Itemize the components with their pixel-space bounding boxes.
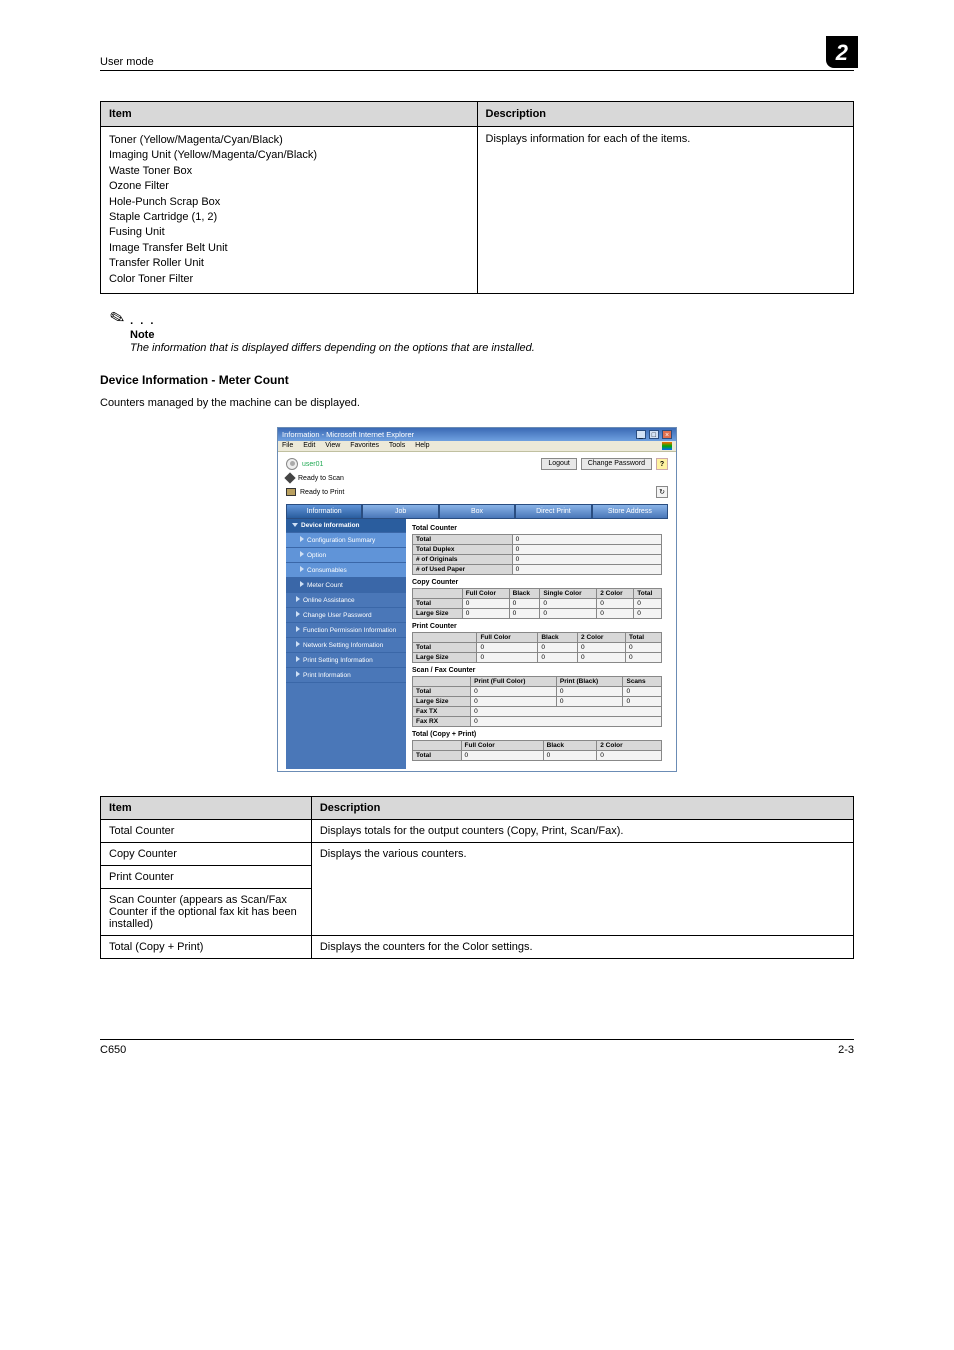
sidebar-head-device-info[interactable]: Device Information <box>286 519 406 533</box>
page-footer: C650 2-3 <box>100 1039 854 1056</box>
scanner-status: Ready to Scan <box>298 475 344 482</box>
total-cp-table: Full Color Black 2 Color Total000 <box>412 740 662 761</box>
consumables-table: Item Description Toner (Yellow/Magenta/C… <box>100 101 854 294</box>
row-scan-counter: Scan Counter (appears as Scan/Fax Counte… <box>101 889 312 936</box>
chevron-right-icon <box>300 566 304 572</box>
chapter-number-badge: 2 <box>826 36 858 68</box>
sidebar-item-function-permission[interactable]: Function Permission Information <box>286 623 406 638</box>
logout-button[interactable]: Logout <box>541 458 576 470</box>
user-icon <box>286 458 298 470</box>
username: user01 <box>302 461 323 468</box>
note-title: Note <box>130 329 854 341</box>
section-body: Counters managed by the machine can be d… <box>100 397 854 409</box>
window-controls: _ □ × <box>635 430 672 439</box>
tab-box[interactable]: Box <box>439 504 515 519</box>
sidebar-item-change-user-password[interactable]: Change User Password <box>286 608 406 623</box>
note-block: ✎ . . . Note The information that is dis… <box>110 308 854 355</box>
maximize-icon[interactable]: □ <box>649 430 659 439</box>
pen-icon: ✎ <box>108 306 128 330</box>
scanfax-counter-title: Scan / Fax Counter <box>412 667 662 674</box>
footer-model: C650 <box>100 1044 126 1056</box>
copy-counter-table: Full Color Black Single Color 2 Color To… <box>412 588 662 619</box>
chevron-right-icon <box>296 656 300 662</box>
row-total-copy-print: Total (Copy + Print) <box>101 936 312 959</box>
note-body: The information that is displayed differ… <box>130 341 854 355</box>
copy-counter-title: Copy Counter <box>412 579 662 586</box>
user-indicator: user01 <box>286 458 323 470</box>
scanfax-counter-table: Print (Full Color) Print (Black) Scans T… <box>412 676 662 727</box>
content-area: Total Counter Total0 Total Duplex0 # of … <box>406 519 668 769</box>
menu-file[interactable]: File <box>282 442 293 449</box>
chevron-right-icon <box>300 551 304 557</box>
sidebar-item-print-information[interactable]: Print Information <box>286 668 406 683</box>
print-counter-title: Print Counter <box>412 623 662 630</box>
chevron-right-icon <box>296 641 300 647</box>
col-desc-header: Description <box>311 797 853 820</box>
refresh-icon[interactable]: ↻ <box>656 486 668 498</box>
total-counter-title: Total Counter <box>412 525 662 532</box>
tab-information[interactable]: Information <box>286 504 362 519</box>
menu-tools[interactable]: Tools <box>389 442 405 449</box>
chevron-right-icon <box>296 596 300 602</box>
total-counter-table: Total0 Total Duplex0 # of Originals0 # o… <box>412 534 662 575</box>
close-icon[interactable]: × <box>662 430 672 439</box>
page-header: User mode 2 <box>100 36 854 71</box>
section-title: Device Information - Meter Count <box>100 373 854 387</box>
sidebar-item-config-summary[interactable]: Configuration Summary <box>286 533 406 548</box>
row-print-counter: Print Counter <box>101 866 312 889</box>
consumables-list-cell: Toner (Yellow/Magenta/Cyan/Black) Imagin… <box>101 127 478 294</box>
chevron-right-icon <box>300 581 304 587</box>
item-description-table: Item Description Total Counter Displays … <box>100 796 854 959</box>
chevron-right-icon <box>300 536 304 542</box>
status-row: Ready to Scan <box>286 474 668 482</box>
tab-store-address[interactable]: Store Address <box>592 504 668 519</box>
window-titlebar: Information - Microsoft Internet Explore… <box>278 428 676 441</box>
minimize-icon[interactable]: _ <box>636 430 646 439</box>
tab-job[interactable]: Job <box>362 504 438 519</box>
change-password-button[interactable]: Change Password <box>581 458 652 470</box>
tab-direct-print[interactable]: Direct Print <box>515 504 591 519</box>
sidebar-item-online-assistance[interactable]: Online Assistance <box>286 593 406 608</box>
chevron-right-icon <box>296 611 300 617</box>
sidebar-item-consumables[interactable]: Consumables <box>286 563 406 578</box>
chevron-down-icon <box>292 523 298 527</box>
window-title: Information - Microsoft Internet Explore… <box>282 430 414 439</box>
nav-tabs: Information Job Box Direct Print Store A… <box>286 504 668 519</box>
consumables-desc-cell: Displays information for each of the ite… <box>477 127 854 294</box>
menu-view[interactable]: View <box>325 442 340 449</box>
chevron-right-icon <box>296 671 300 677</box>
browser-window: Information - Microsoft Internet Explore… <box>277 427 677 772</box>
col-desc-header: Description <box>477 102 854 127</box>
print-counter-table: Full Color Black 2 Color Total Total0000… <box>412 632 662 663</box>
col-item-header: Item <box>101 797 312 820</box>
total-cp-title: Total (Copy + Print) <box>412 731 662 738</box>
help-icon[interactable]: ? <box>656 458 668 470</box>
menu-bar: File Edit View Favorites Tools Help <box>278 441 676 452</box>
col-item-header: Item <box>101 102 478 127</box>
sidebar-item-network-setting[interactable]: Network Setting Information <box>286 638 406 653</box>
ie-flag-icon <box>662 442 672 450</box>
printer-status: Ready to Print <box>300 489 344 496</box>
header-section: User mode <box>100 56 154 68</box>
sidebar-item-print-setting[interactable]: Print Setting Information <box>286 653 406 668</box>
sidebar: Device Information Configuration Summary… <box>286 519 406 769</box>
scanner-status-icon <box>284 473 295 484</box>
row-copy-counter: Copy Counter <box>101 843 312 866</box>
chevron-right-icon <box>296 626 300 632</box>
sidebar-item-meter-count[interactable]: Meter Count <box>286 578 406 593</box>
footer-page: 2-3 <box>838 1044 854 1056</box>
printer-status-icon <box>286 488 296 496</box>
menu-help[interactable]: Help <box>415 442 429 449</box>
menu-edit[interactable]: Edit <box>303 442 315 449</box>
row-total-counter: Total Counter <box>101 820 312 843</box>
sidebar-item-option[interactable]: Option <box>286 548 406 563</box>
menu-favorites[interactable]: Favorites <box>350 442 379 449</box>
